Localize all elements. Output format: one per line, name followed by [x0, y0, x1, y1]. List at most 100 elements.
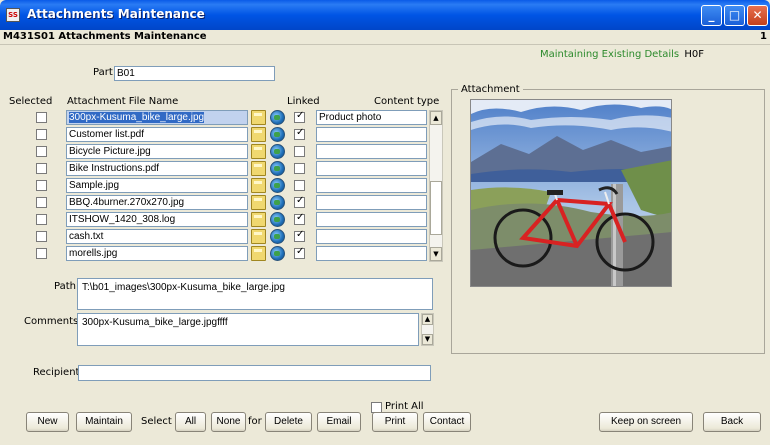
comments-scroll-up[interactable]: ▲	[422, 314, 433, 325]
select-label: Select	[141, 416, 172, 427]
folder-icon[interactable]	[251, 161, 266, 176]
app-icon: SS	[6, 8, 20, 22]
row-select-checkbox[interactable]	[36, 180, 47, 191]
page-number: 1	[760, 31, 767, 42]
globe-icon[interactable]	[270, 161, 285, 176]
status-message: Maintaining Existing Details H0F	[540, 49, 704, 60]
folder-icon[interactable]	[251, 178, 266, 193]
status-text: Maintaining Existing Details	[540, 49, 680, 60]
attachment-group-title: Attachment	[458, 84, 523, 95]
folder-icon[interactable]	[251, 127, 266, 142]
row-select-checkbox[interactable]	[36, 146, 47, 157]
scroll-up-arrow[interactable]: ▲	[430, 111, 442, 125]
select-none-button[interactable]: None	[211, 412, 246, 432]
path-field[interactable]: T:\b01_images\300px-Kusuma_bike_large.jp…	[77, 278, 433, 310]
row-select-checkbox[interactable]	[36, 129, 47, 140]
row-content-type[interactable]: Product photo	[316, 110, 427, 125]
row-file-name-text: ITSHOW_1420_308.log	[69, 214, 176, 225]
close-button[interactable]: ✕	[747, 5, 768, 26]
globe-icon[interactable]	[270, 144, 285, 159]
row-file-name[interactable]: BBQ.4burner.270x270.jpg	[66, 195, 248, 210]
folder-icon[interactable]	[251, 144, 266, 159]
globe-icon[interactable]	[270, 212, 285, 227]
row-content-type[interactable]	[316, 229, 427, 244]
globe-icon[interactable]	[270, 178, 285, 193]
row-file-name[interactable]: ITSHOW_1420_308.log	[66, 212, 248, 227]
row-linked-checkbox[interactable]	[294, 163, 305, 174]
new-button[interactable]: New	[26, 412, 69, 432]
folder-icon[interactable]	[251, 195, 266, 210]
row-file-name-text: morells.jpg	[69, 248, 118, 259]
globe-icon[interactable]	[270, 110, 285, 125]
scroll-thumb[interactable]	[430, 181, 442, 235]
row-file-name-text: Bicycle Picture.jpg	[69, 146, 151, 157]
comments-scroll-down[interactable]: ▼	[422, 334, 433, 345]
row-linked-checkbox[interactable]	[294, 195, 305, 208]
delete-button[interactable]: Delete	[265, 412, 312, 432]
row-linked-checkbox[interactable]	[294, 229, 305, 242]
row-content-type[interactable]	[316, 178, 427, 193]
row-select-checkbox[interactable]	[36, 163, 47, 174]
row-file-name[interactable]: morells.jpg	[66, 246, 248, 261]
maximize-button[interactable]: □	[724, 5, 745, 26]
row-file-name[interactable]: Customer list.pdf	[66, 127, 248, 142]
row-content-type[interactable]	[316, 144, 427, 159]
globe-icon[interactable]	[270, 246, 285, 261]
recipient-label: Recipient	[33, 367, 80, 378]
row-file-name-text: 300px-Kusuma_bike_large.jpg	[69, 112, 205, 123]
row-select-checkbox[interactable]	[36, 197, 47, 208]
row-content-type[interactable]	[316, 212, 427, 227]
part-label: Part	[93, 67, 113, 78]
window-title: Attachments Maintenance	[27, 7, 205, 21]
program-header: M431S01 Attachments Maintenance 1	[0, 30, 770, 45]
comments-scrollbar[interactable]: ▲ ▼	[421, 313, 434, 346]
row-content-type[interactable]	[316, 127, 427, 142]
row-content-type[interactable]	[316, 195, 427, 210]
folder-icon[interactable]	[251, 246, 266, 261]
row-content-type[interactable]	[316, 246, 427, 261]
print-button[interactable]: Print	[372, 412, 418, 432]
row-linked-checkbox[interactable]	[294, 146, 305, 157]
select-all-button[interactable]: All	[175, 412, 206, 432]
row-select-checkbox[interactable]	[36, 214, 47, 225]
row-select-checkbox[interactable]	[36, 231, 47, 242]
attachment-preview-image	[470, 99, 672, 287]
comments-field[interactable]: 300px-Kusuma_bike_large.jpgffff	[77, 313, 419, 346]
row-linked-checkbox[interactable]	[294, 246, 305, 259]
recipient-input[interactable]	[78, 365, 431, 381]
folder-icon[interactable]	[251, 110, 266, 125]
col-selected: Selected	[9, 96, 53, 107]
row-linked-checkbox[interactable]	[294, 127, 305, 140]
maintain-button[interactable]: Maintain	[76, 412, 132, 432]
row-file-name[interactable]: Sample.jpg	[66, 178, 248, 193]
contact-button[interactable]: Contact	[423, 412, 471, 432]
row-linked-checkbox[interactable]	[294, 212, 305, 225]
row-linked-checkbox[interactable]	[294, 110, 305, 123]
row-file-name-text: Customer list.pdf	[69, 129, 145, 140]
row-file-name[interactable]: Bike Instructions.pdf	[66, 161, 248, 176]
folder-icon[interactable]	[251, 212, 266, 227]
row-file-name[interactable]: 300px-Kusuma_bike_large.jpg	[66, 110, 248, 125]
part-input[interactable]: B01	[114, 66, 275, 81]
row-file-name[interactable]: cash.txt	[66, 229, 248, 244]
row-select-checkbox[interactable]	[36, 248, 47, 259]
row-file-name-text: Bike Instructions.pdf	[69, 163, 160, 174]
row-content-type[interactable]	[316, 161, 427, 176]
comments-label: Comments	[24, 316, 79, 327]
minimize-button[interactable]: _	[701, 5, 722, 26]
row-linked-checkbox[interactable]	[294, 180, 305, 191]
back-button[interactable]: Back	[703, 412, 761, 432]
row-select-checkbox[interactable]	[36, 112, 47, 123]
email-button[interactable]: Email	[317, 412, 361, 432]
title-bar: SS Attachments Maintenance _ □ ✕	[0, 0, 770, 30]
globe-icon[interactable]	[270, 229, 285, 244]
list-scrollbar[interactable]: ▲ ▼	[429, 110, 443, 262]
scroll-down-arrow[interactable]: ▼	[430, 247, 442, 261]
col-content-type: Content type	[374, 96, 440, 107]
folder-icon[interactable]	[251, 229, 266, 244]
globe-icon[interactable]	[270, 195, 285, 210]
row-file-name[interactable]: Bicycle Picture.jpg	[66, 144, 248, 159]
globe-icon[interactable]	[270, 127, 285, 142]
keep-on-screen-button[interactable]: Keep on screen	[599, 412, 693, 432]
row-file-name-text: BBQ.4burner.270x270.jpg	[69, 197, 185, 208]
